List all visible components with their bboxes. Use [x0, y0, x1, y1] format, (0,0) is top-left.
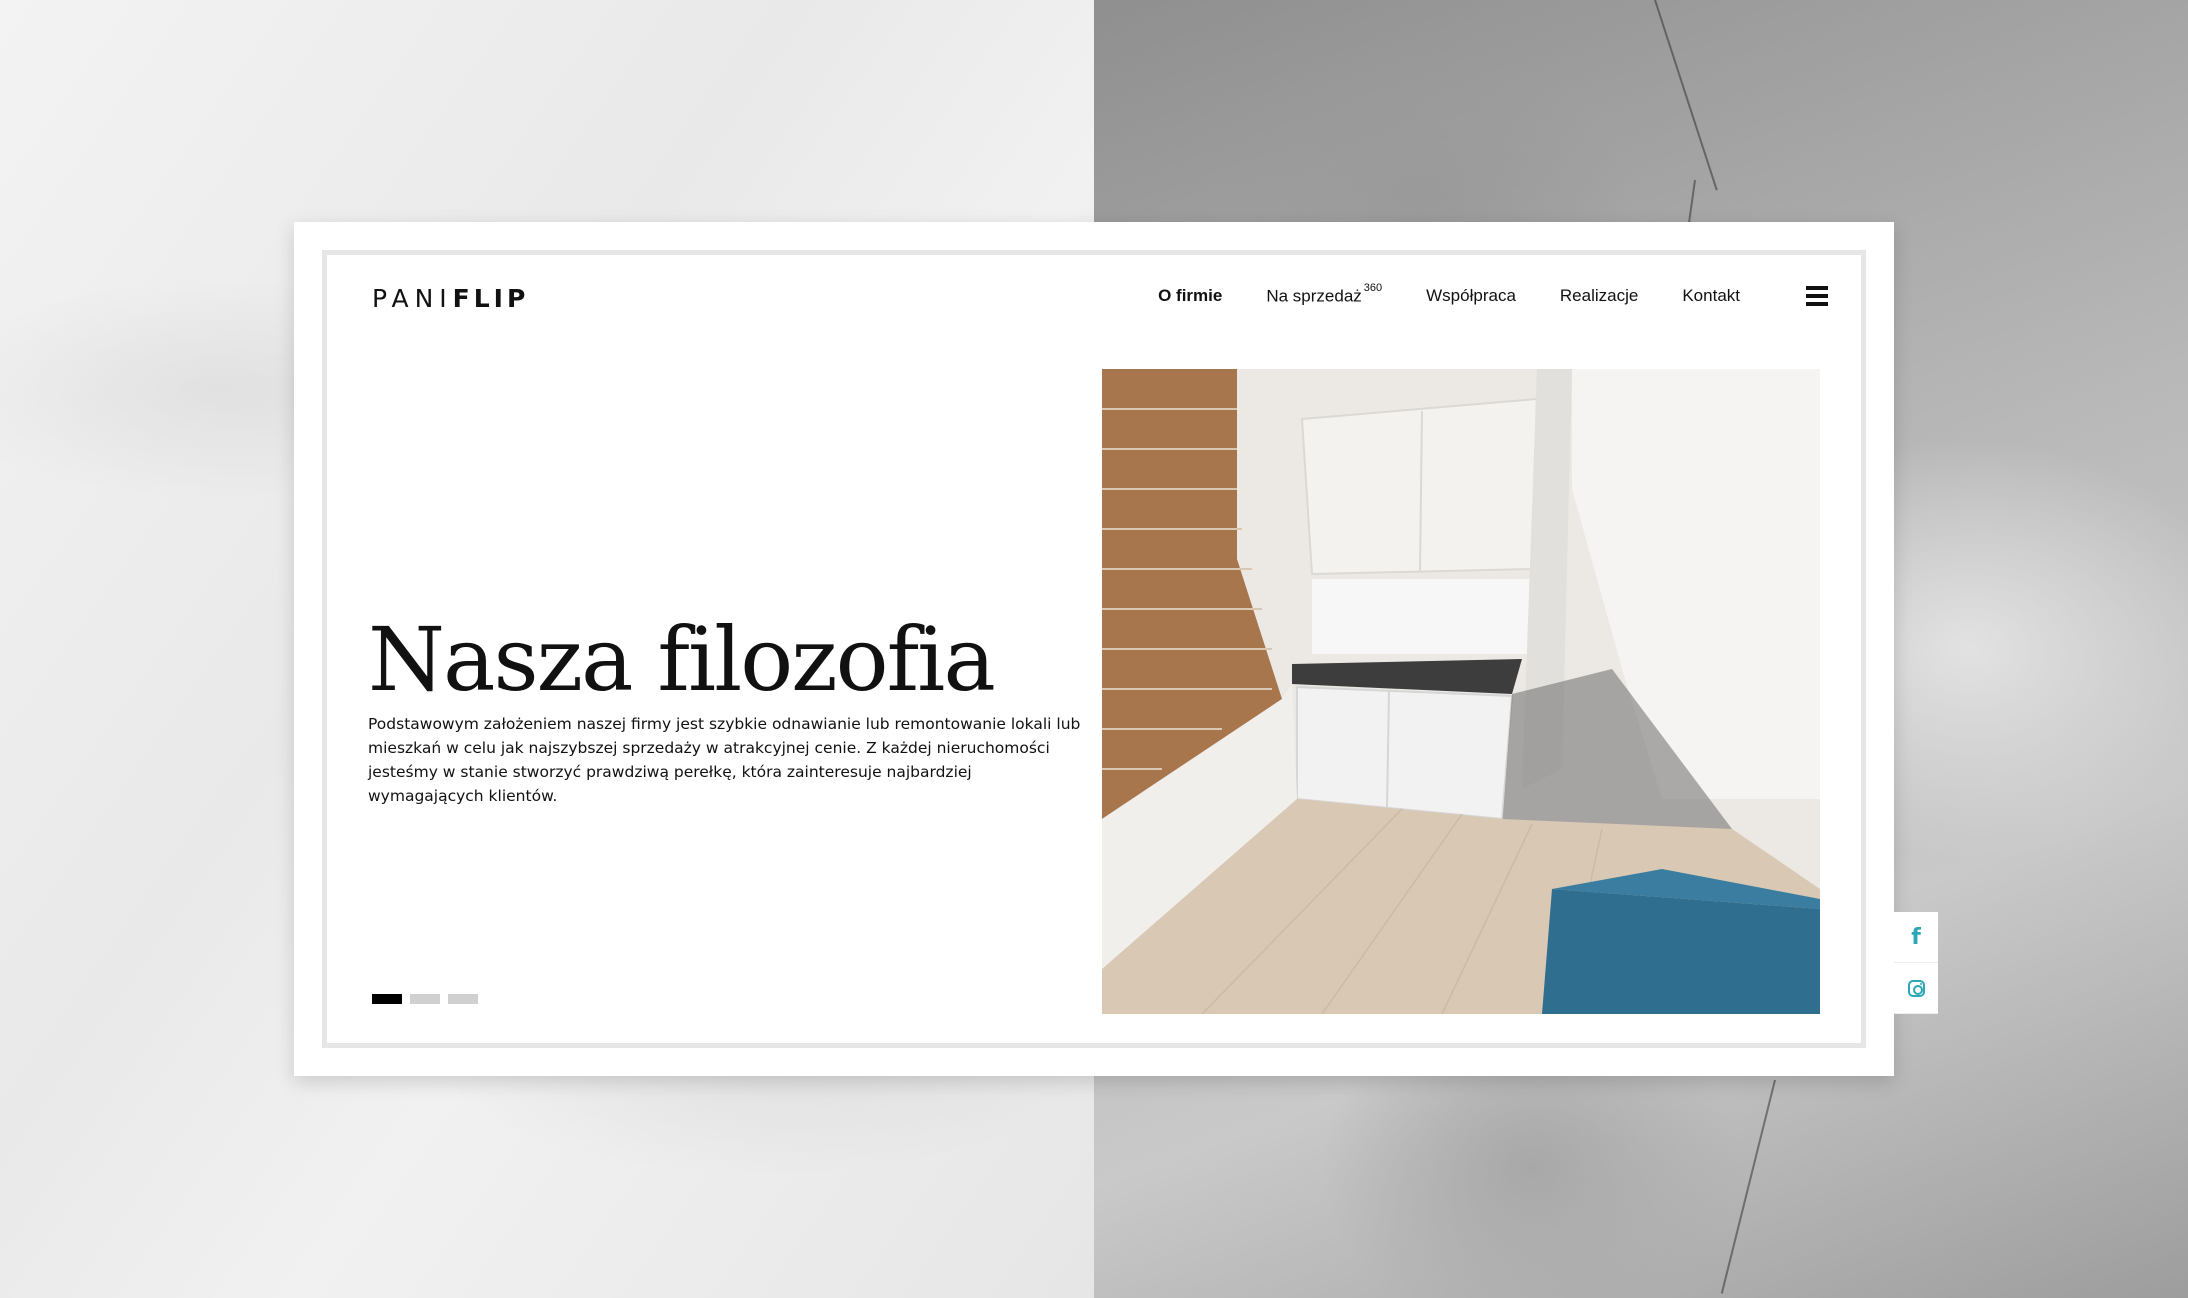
facebook-link[interactable]: f — [1894, 912, 1938, 963]
nav-label: O firmie — [1158, 286, 1223, 305]
logo-text-bold: FLIP — [452, 284, 530, 313]
logo-text-light: PANI — [372, 284, 453, 313]
nav-item-o-firmie[interactable]: O firmie — [1158, 286, 1222, 307]
facebook-icon: f — [1911, 924, 1921, 950]
slider-dot-2[interactable] — [410, 994, 440, 1004]
nav-item-wspolpraca[interactable]: Współpraca — [1426, 286, 1516, 307]
instagram-link[interactable] — [1894, 963, 1938, 1014]
nav-label: Na sprzedaż — [1266, 286, 1362, 306]
instagram-icon — [1907, 979, 1925, 997]
hero-description: Podstawowym założeniem naszej firmy jest… — [368, 715, 1081, 805]
nav-item-realizacje[interactable]: Realizacje — [1560, 286, 1638, 307]
slider-dot-3[interactable] — [448, 994, 478, 1004]
hero-title: Nasza filozofia — [368, 608, 996, 711]
hamburger-icon[interactable] — [1806, 286, 1828, 306]
hero-photo-kitchen — [1102, 369, 1820, 1014]
nav-sup-360: 360 — [1363, 282, 1383, 294]
nav-label: Współpraca — [1426, 286, 1516, 305]
hero-card: PANIFLIP O firmie Na sprzedaż 360 Współpr… — [294, 222, 1894, 1076]
slider-dots — [372, 994, 486, 1004]
nav-label: Realizacje — [1559, 286, 1639, 305]
nav-item-kontakt[interactable]: Kontakt — [1682, 286, 1740, 307]
slider-dot-1[interactable] — [372, 994, 402, 1004]
social-sidebar: f — [1894, 912, 1938, 1014]
nav-label: Kontakt — [1682, 286, 1740, 305]
main-nav: O firmie Na sprzedaż 360 Współpraca Reali… — [1114, 282, 1740, 307]
logo[interactable]: PANIFLIP — [372, 284, 529, 313]
nav-item-na-sprzedaz[interactable]: Na sprzedaż 360 — [1266, 282, 1382, 307]
